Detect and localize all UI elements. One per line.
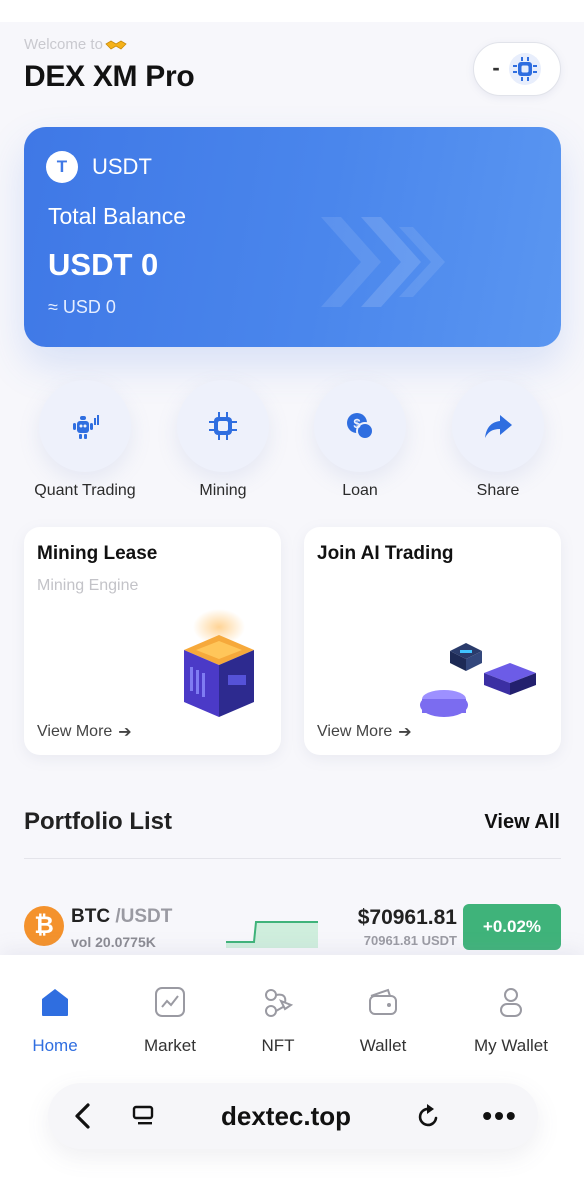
price-sparkline [226,921,318,948]
tabs-icon [132,1105,154,1125]
handshake-icon [105,40,127,50]
browser-more-button[interactable]: ••• [462,1083,538,1149]
browser-address[interactable]: dextec.top [130,1083,442,1149]
tab-label: Market [144,1036,196,1055]
share-arrow-icon [485,415,512,438]
pair-quote: /USDT [115,906,173,927]
table-row[interactable]: ₿ BTC /USDT vol 20.0775K $70961.81 70961… [24,900,561,952]
tab-label: My Wallet [474,1036,548,1055]
tab-wallet[interactable]: Wallet [328,983,438,1056]
promo-title: Join AI Trading [317,543,454,564]
promo-title: Mining Lease [37,543,158,564]
pair-price-usdt: 70961.81 USDT [363,933,457,948]
robot-icon [73,415,99,439]
action-label: Loan [342,482,378,499]
browser-back-button[interactable] [48,1083,118,1149]
tab-label: NFT [261,1036,295,1055]
pair-volume: vol 20.0775K [71,934,156,950]
nft-icon [265,989,294,1017]
total-balance-usd: ≈ USD 0 [48,297,116,317]
section-divider [24,858,561,859]
tab-label: Wallet [359,1036,407,1055]
view-more-label: View More [37,723,113,740]
chip-icon [209,412,237,440]
view-all-link[interactable]: View All [484,811,560,834]
bottom-tab-bar: Home Market NFT Wallet My Wallet dextec.… [0,955,584,1200]
svg-text:$: $ [353,416,361,431]
chart-icon [155,987,185,1017]
action-label: Quant Trading [34,482,136,499]
welcome-text: Welcome to [24,36,103,53]
app-title: DEX XM Pro [24,60,195,93]
wallet-icon [369,988,397,1015]
action-loan[interactable]: $ Loan [295,380,425,500]
promo-mining-lease[interactable]: Mining Lease Mining Engine View More ➔ [24,527,281,755]
tab-market[interactable]: Market [115,983,225,1056]
mode-toggle[interactable]: - [473,42,561,96]
pair-price: $70961.81 [357,906,457,929]
reload-icon[interactable] [416,1102,442,1130]
action-mining[interactable]: Mining [158,380,288,500]
tab-home[interactable]: Home [0,983,110,1056]
bitcoin-icon: ₿ [24,906,64,946]
url-text: dextec.top [220,1100,352,1131]
tab-label: Home [32,1036,78,1055]
user-icon [500,988,522,1017]
action-quant-trading[interactable]: Quant Trading [20,380,150,500]
coin-name: USDT [92,154,152,179]
usdt-coin-icon: T [46,151,78,183]
action-label: Share [476,482,520,499]
status-strip [0,0,584,22]
coin-loan-icon: $ [347,413,374,440]
welcome-line: Welcome to [24,36,127,53]
chevron-left-icon [75,1103,90,1129]
tab-my-wallet[interactable]: My Wallet [456,983,566,1056]
pair-base: BTC [71,906,111,927]
browser-url-bar: dextec.top ••• [48,1083,538,1149]
arrow-right-icon: ➔ [398,724,412,741]
view-more-label: View More [317,723,393,740]
arrow-right-icon: ➔ [118,724,132,741]
home-icon [42,989,68,1016]
total-balance-label: Total Balance [48,203,187,229]
tab-nft[interactable]: NFT [223,983,333,1056]
mining-cube-illustration [184,609,254,717]
ai-cubes-illustration [420,643,536,717]
promo-view-more[interactable]: View More ➔ [317,722,412,742]
action-share[interactable]: Share [433,380,563,500]
change-badge: +0.02% [463,904,561,950]
promo-ai-trading[interactable]: Join AI Trading View More ➔ [304,527,561,755]
portfolio-title: Portfolio List [24,808,172,835]
chip-icon [508,53,541,85]
card-chevron-decoration [321,217,445,307]
promo-view-more[interactable]: View More ➔ [37,722,132,742]
trading-pair: BTC /USDT [71,906,172,928]
toggle-dash: - [492,54,500,80]
quick-actions: Quant Trading Mining $ Loan Share [0,380,584,510]
balance-card[interactable]: T USDT Total Balance USDT 0 ≈ USD 0 [24,127,561,347]
total-balance-value: USDT 0 [48,247,159,282]
promo-subtitle: Mining Engine [37,577,139,594]
action-label: Mining [199,482,247,499]
